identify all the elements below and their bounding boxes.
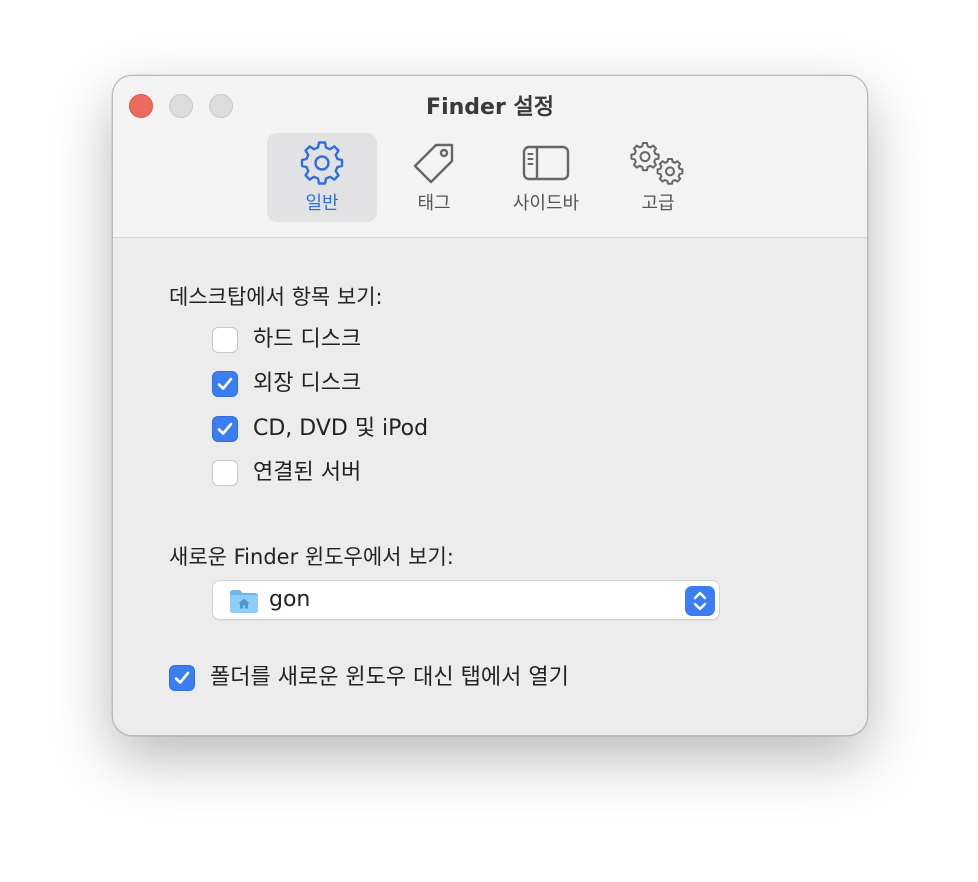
tab-tags[interactable]: 태그 (379, 133, 489, 222)
desktop-items-label: 데스크탑에서 항목 보기: (169, 285, 383, 309)
connected-servers-checkbox[interactable] (212, 460, 238, 486)
finder-settings-window: Finder 설정 일반 태그 사이드바 고급 데스크탑에서 항목 보기: 하드… (112, 75, 868, 736)
cd-dvd-ipod-checkbox[interactable] (212, 416, 238, 442)
home-folder-icon (229, 588, 259, 618)
gears-icon (603, 141, 713, 187)
window-title: Finder 설정 (426, 95, 554, 120)
external-disks-label: 외장 디스크 (253, 371, 362, 396)
tab-sidebar-label: 사이드바 (512, 193, 580, 214)
cd-dvd-ipod-label: CD, DVD 및 iPod (253, 416, 429, 441)
external-disks-checkbox[interactable] (212, 371, 238, 397)
sidebar-icon (491, 141, 601, 187)
connected-servers-label: 연결된 서버 (253, 460, 362, 485)
chevron-up-down-icon (693, 591, 707, 611)
checkmark-icon (217, 422, 233, 435)
new-window-label: 새로운 Finder 윈도우에서 보기: (169, 545, 454, 569)
open-folders-in-tabs-checkbox[interactable] (169, 665, 195, 691)
checkmark-icon (217, 377, 233, 390)
checkmark-icon (174, 671, 190, 684)
tab-general[interactable]: 일반 (267, 133, 377, 222)
tab-sidebar[interactable]: 사이드바 (491, 133, 601, 222)
hard-disks-label: 하드 디스크 (253, 327, 362, 352)
new-window-target-value: gon (269, 587, 311, 612)
tab-tags-label: 태그 (417, 193, 451, 214)
tab-advanced-label: 고급 (641, 193, 675, 214)
gear-icon (267, 141, 377, 187)
tag-icon (379, 141, 489, 187)
hard-disks-checkbox[interactable] (212, 327, 238, 353)
open-folders-in-tabs-label: 폴더를 새로운 윈도우 대신 탭에서 열기 (210, 665, 569, 690)
tab-general-label: 일반 (305, 193, 339, 214)
tab-advanced[interactable]: 고급 (603, 133, 713, 222)
toolbar: Finder 설정 일반 태그 사이드바 고급 (113, 76, 867, 238)
popup-stepper-button[interactable] (685, 586, 715, 616)
new-window-target-popup[interactable]: gon (212, 580, 720, 620)
